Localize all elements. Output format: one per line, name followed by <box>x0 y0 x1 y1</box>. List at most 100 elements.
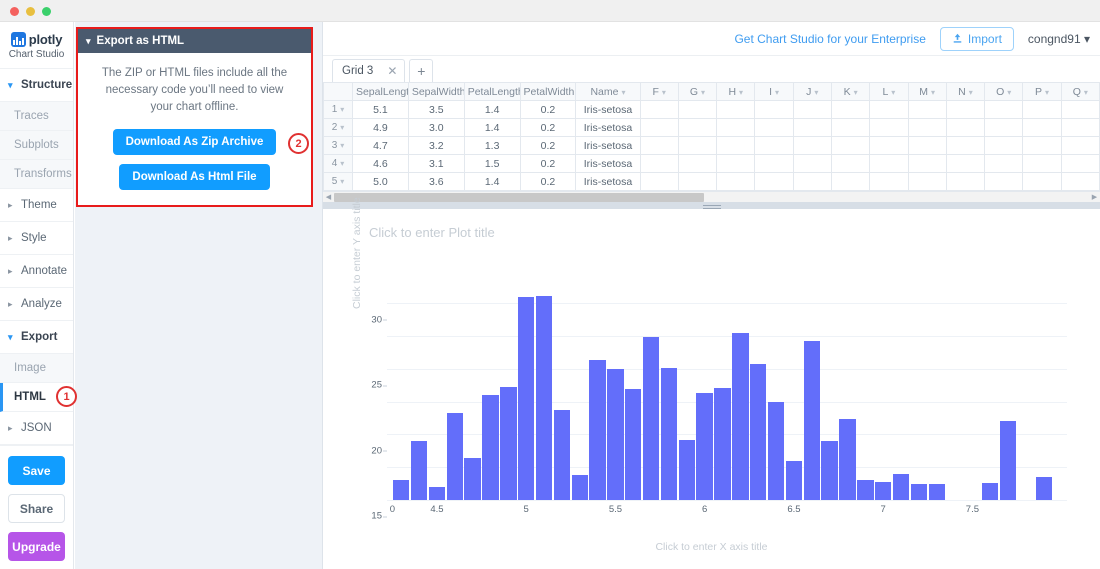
grid-cell[interactable] <box>1060 136 1100 155</box>
bar[interactable] <box>535 295 553 500</box>
grid-cell[interactable] <box>869 172 909 191</box>
bar[interactable] <box>446 412 464 500</box>
grid-col-q[interactable]: Q ▾ <box>1060 82 1100 101</box>
grid-cell[interactable] <box>1060 118 1100 137</box>
window-close-button[interactable] <box>10 7 19 16</box>
grid-cell[interactable] <box>639 172 679 191</box>
x-axis-title-placeholder[interactable]: Click to enter X axis title <box>323 541 1100 553</box>
enterprise-link[interactable]: Get Chart Studio for your Enterprise <box>734 32 925 46</box>
grid-cell[interactable] <box>1022 154 1062 173</box>
grid-cell[interactable]: 1.5 <box>463 154 521 173</box>
grid-col-o[interactable]: O ▾ <box>984 82 1024 101</box>
sidebar-item-export[interactable]: ▾ Export <box>0 321 73 354</box>
grid-cell[interactable] <box>716 172 756 191</box>
bar[interactable] <box>589 360 606 500</box>
bar[interactable] <box>767 401 785 500</box>
grid-cell[interactable] <box>716 100 756 119</box>
bar[interactable] <box>678 439 696 500</box>
bar[interactable] <box>857 480 874 500</box>
bar[interactable] <box>500 387 517 500</box>
grid-cell[interactable]: Iris-setosa <box>575 154 641 173</box>
grid-cell[interactable]: Iris-setosa <box>575 100 641 119</box>
grid-cell[interactable]: 1.4 <box>463 172 521 191</box>
bar[interactable] <box>607 368 624 500</box>
grid-cell[interactable]: 1.4 <box>463 100 521 119</box>
grid-cell[interactable] <box>639 118 679 137</box>
grid-col-n[interactable]: N ▾ <box>945 82 986 101</box>
grid-row-number[interactable]: 4 ▾ <box>323 154 353 173</box>
bar[interactable] <box>874 481 892 500</box>
export-panel-header[interactable]: ▾ Export as HTML <box>78 29 311 53</box>
grid-cell[interactable]: 1.3 <box>463 136 521 155</box>
grid-cell[interactable] <box>716 136 756 155</box>
grid-cell[interactable] <box>677 100 718 119</box>
grid-cell[interactable] <box>792 136 832 155</box>
grid-cell[interactable] <box>984 136 1024 155</box>
grid-col-i[interactable]: I ▾ <box>754 82 794 101</box>
grid-cell[interactable] <box>792 100 832 119</box>
import-button[interactable]: Import <box>939 26 1014 51</box>
bar[interactable] <box>393 480 410 500</box>
grid-cell[interactable] <box>1060 172 1100 191</box>
grid-cell[interactable]: 5.1 <box>351 100 409 119</box>
grid-cell[interactable] <box>754 154 794 173</box>
grid-row-number[interactable]: 3 ▾ <box>323 136 353 155</box>
grid-cell[interactable]: 0.2 <box>519 118 577 137</box>
sidebar-item-analyze[interactable]: ▸ Analyze <box>0 288 73 321</box>
grid-col-petallength[interactable]: PetalLength <box>463 82 521 101</box>
grid-cell[interactable] <box>945 118 986 137</box>
sidebar-item-structure[interactable]: ▾ Structure <box>0 69 73 102</box>
grid-cell[interactable]: 3.6 <box>407 172 465 191</box>
grid-cell[interactable] <box>869 154 909 173</box>
grid-cell[interactable]: 5.0 <box>351 172 409 191</box>
grid-cell[interactable]: 3.0 <box>407 118 465 137</box>
bar[interactable] <box>839 419 856 500</box>
grid-cell[interactable] <box>907 118 947 137</box>
bar[interactable] <box>999 421 1017 500</box>
grid-cell[interactable] <box>1060 100 1100 119</box>
grid-cell[interactable]: 1.4 <box>463 118 521 137</box>
grid-cell[interactable] <box>984 154 1024 173</box>
grid-col-m[interactable]: M ▾ <box>907 82 947 101</box>
sidebar-item-subplots[interactable]: Subplots <box>0 131 73 160</box>
grid-cell[interactable]: 0.2 <box>519 100 577 119</box>
grid-cell[interactable] <box>869 136 909 155</box>
grid-cell[interactable] <box>984 100 1024 119</box>
sidebar-item-style[interactable]: ▸ Style <box>0 222 73 255</box>
grid-cell[interactable] <box>677 154 718 173</box>
grid-cell[interactable] <box>754 136 794 155</box>
sidebar-item-theme[interactable]: ▸ Theme <box>0 189 73 222</box>
grid-cell[interactable] <box>677 118 718 137</box>
grid-cell[interactable] <box>1022 100 1062 119</box>
grid-cell[interactable] <box>639 154 679 173</box>
grid-row-number[interactable]: 2 ▾ <box>323 118 353 137</box>
grid-cell[interactable] <box>945 136 986 155</box>
bar[interactable] <box>1035 477 1052 500</box>
grid-cell[interactable] <box>869 118 909 137</box>
grid-cell[interactable] <box>1022 136 1062 155</box>
bar[interactable] <box>821 441 838 500</box>
grid-cell[interactable]: 0.2 <box>519 154 577 173</box>
grid-cell[interactable]: 4.9 <box>351 118 409 137</box>
grid-cell[interactable] <box>716 118 756 137</box>
bar[interactable] <box>982 482 999 500</box>
grid-cell[interactable]: 3.1 <box>407 154 465 173</box>
grid-col-l[interactable]: L ▾ <box>869 82 909 101</box>
grid-cell[interactable] <box>830 154 871 173</box>
bar[interactable] <box>928 484 945 500</box>
grid-cell[interactable]: 0.2 <box>519 136 577 155</box>
grid-col-k[interactable]: K ▾ <box>830 82 871 101</box>
grid-cell[interactable] <box>830 136 871 155</box>
grid-row-number[interactable]: 1 ▾ <box>323 100 353 119</box>
grid-cell[interactable] <box>869 100 909 119</box>
grid-cell[interactable] <box>907 100 947 119</box>
grid-cell[interactable] <box>945 154 986 173</box>
bar[interactable] <box>660 367 678 500</box>
grid-cell[interactable] <box>945 100 986 119</box>
grid-cell[interactable]: 4.6 <box>351 154 409 173</box>
grid-cell[interactable] <box>754 100 794 119</box>
bar[interactable] <box>696 392 713 500</box>
sidebar-item-json[interactable]: ▸ JSON <box>0 412 73 445</box>
grid-cell[interactable] <box>984 172 1024 191</box>
close-icon[interactable]: ✕ <box>387 64 397 78</box>
